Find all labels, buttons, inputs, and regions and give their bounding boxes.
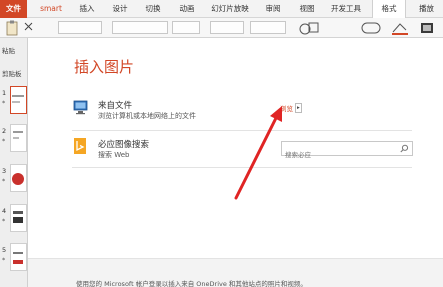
slide-number: 4 xyxy=(2,207,7,215)
slide-thumbnail-pane: 粘贴 剪贴板 1 * 2 * 3 * 4 * 5 * xyxy=(0,38,28,287)
tab-developer[interactable]: 开发工具 xyxy=(325,0,367,18)
layout-selector[interactable] xyxy=(58,21,102,34)
tab-design[interactable]: 设计 xyxy=(105,0,135,18)
row-divider xyxy=(72,130,412,131)
from-file-title: 来自文件 xyxy=(98,101,133,111)
paste-label[interactable]: 粘贴 xyxy=(2,45,15,55)
slide-number: 1 xyxy=(2,89,7,97)
fill-color-icon[interactable] xyxy=(390,21,410,35)
insert-picture-dialog: 插入图片 来自文件 浏览计算机或本地网络上的文件 浏览 ▸ 必应图像搜索 搜索 … xyxy=(28,38,443,287)
numbering-control[interactable] xyxy=(250,21,286,34)
slide-thumbnail[interactable] xyxy=(10,204,27,232)
tab-file[interactable]: 文件 xyxy=(0,0,27,18)
bing-search-title: 必应图像搜索 xyxy=(98,140,150,150)
from-file-subtitle: 浏览计算机或本地网络上的文件 xyxy=(98,112,196,120)
animation-star-icon: * xyxy=(2,217,6,225)
animation-star-icon: * xyxy=(2,177,6,185)
slide-1-preview xyxy=(12,95,24,103)
find-icon[interactable] xyxy=(418,21,438,35)
bing-search-subtitle: 搜索 Web xyxy=(98,151,130,159)
browse-label: 浏览 xyxy=(280,105,293,113)
tab-smart[interactable]: smart xyxy=(34,0,68,18)
slide-3-preview xyxy=(12,173,24,185)
bing-search-input[interactable] xyxy=(282,148,394,162)
tab-slideshow[interactable]: 幻灯片放映 xyxy=(206,0,254,18)
row-divider xyxy=(72,167,412,168)
computer-icon xyxy=(73,100,88,115)
tab-insert[interactable]: 插入 xyxy=(72,0,102,18)
shape-outline-icon[interactable] xyxy=(360,21,382,35)
animation-star-icon: * xyxy=(2,256,6,264)
bing-icon xyxy=(74,138,86,154)
slide-thumbnail[interactable] xyxy=(10,243,27,271)
animation-star-icon: * xyxy=(2,99,6,107)
slide-5-preview xyxy=(13,252,23,264)
dialog-title: 插入图片 xyxy=(74,58,135,76)
chevron-right-icon: ▸ xyxy=(295,103,302,113)
font-name-field[interactable] xyxy=(112,21,168,34)
paste-icon[interactable] xyxy=(4,20,22,36)
slide-thumbnail[interactable] xyxy=(10,124,27,152)
slide-thumbnail[interactable] xyxy=(10,164,27,192)
clipboard-label: 剪贴板 xyxy=(2,70,22,78)
tab-format[interactable]: 格式 xyxy=(372,0,406,18)
slide-4-preview xyxy=(13,211,23,223)
font-size-field[interactable] xyxy=(172,21,200,34)
footer-signin-text: 使用您的 Microsoft 帐户登录以插入来自 OneDrive 和其他站点的… xyxy=(76,280,307,287)
tab-view[interactable]: 视图 xyxy=(292,0,322,18)
animation-star-icon: * xyxy=(2,137,6,145)
tab-animations[interactable]: 动画 xyxy=(172,0,202,18)
tab-transitions[interactable]: 切换 xyxy=(138,0,168,18)
search-icon[interactable] xyxy=(400,144,409,153)
slide-number: 3 xyxy=(2,167,7,175)
cut-icon[interactable] xyxy=(24,22,34,32)
tab-playback[interactable]: 播放 xyxy=(410,0,443,18)
powerpoint-window: 文件 smart 插入 设计 切换 动画 幻灯片放映 审阅 视图 开发工具 格式… xyxy=(0,0,443,287)
dialog-footer: 使用您的 Microsoft 帐户登录以插入来自 OneDrive 和其他站点的… xyxy=(28,258,443,287)
slide-2-preview xyxy=(13,131,23,139)
ribbon-body xyxy=(0,18,443,38)
shapes-icon[interactable] xyxy=(298,20,320,36)
ribbon-tab-bar: 文件 smart 插入 设计 切换 动画 幻灯片放映 审阅 视图 开发工具 格式… xyxy=(0,0,443,18)
bullets-control[interactable] xyxy=(210,21,244,34)
bing-search-field[interactable] xyxy=(281,141,413,162)
slide-thumbnail[interactable] xyxy=(10,86,27,114)
slide-number: 2 xyxy=(2,127,7,135)
tab-review[interactable]: 审阅 xyxy=(258,0,288,18)
slide-number: 5 xyxy=(2,246,7,254)
browse-button[interactable]: 浏览 ▸ xyxy=(280,102,302,114)
